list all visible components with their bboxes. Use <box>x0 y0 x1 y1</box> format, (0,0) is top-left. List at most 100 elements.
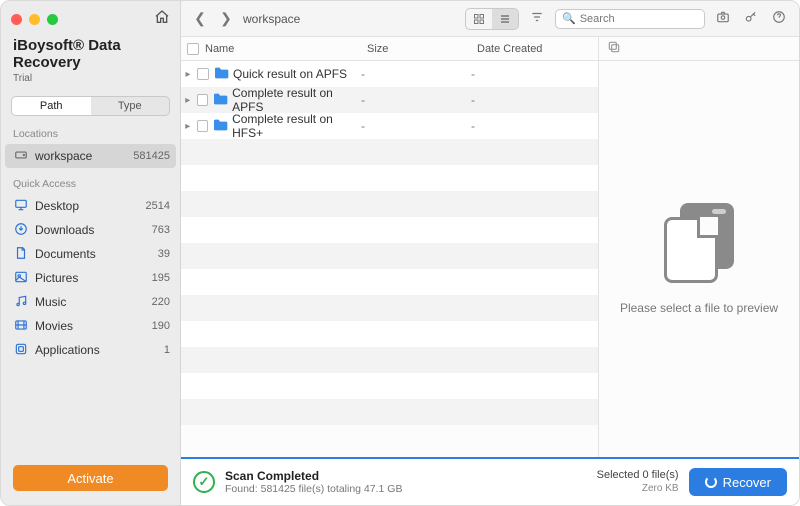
segmented-path[interactable]: Path <box>12 97 91 115</box>
document-icon <box>13 246 29 263</box>
row-name: Complete result on APFS <box>232 86 361 114</box>
row-checkbox[interactable] <box>197 120 209 132</box>
sidebar-item-documents[interactable]: Documents 39 <box>1 242 180 266</box>
folder-icon <box>213 66 229 82</box>
sidebar-item-label: Documents <box>35 247 158 261</box>
row-size: - <box>361 67 471 81</box>
status-text: Scan Completed Found: 581425 file(s) tot… <box>225 469 402 495</box>
row-name: Complete result on HFS+ <box>232 112 361 140</box>
table-row[interactable]: ▸ Quick result on APFS - - <box>181 61 598 87</box>
preview-header <box>599 37 799 61</box>
table-row <box>181 269 598 295</box>
sidebar: iBoysoft® Data Recovery Trial Path Type … <box>1 1 181 505</box>
row-checkbox[interactable] <box>197 68 209 80</box>
sidebar-item-applications[interactable]: Applications 1 <box>1 338 180 362</box>
content-area: Name Size Date Created ▸ Quick result <box>181 37 799 457</box>
row-checkbox[interactable] <box>197 94 209 106</box>
nav-forward-button[interactable]: ❯ <box>217 10 235 27</box>
file-rows: ▸ Quick result on APFS - - ▸ <box>181 61 598 457</box>
column-header-date[interactable]: Date Created <box>471 43 598 55</box>
sidebar-item-music[interactable]: Music 220 <box>1 290 180 314</box>
sidebar-item-count: 581425 <box>133 150 170 162</box>
selection-summary: Selected 0 file(s) Zero KB <box>597 469 679 494</box>
filter-icon[interactable] <box>527 10 547 27</box>
column-header-size[interactable]: Size <box>361 43 471 55</box>
select-all-checkbox[interactable] <box>187 43 199 55</box>
help-icon[interactable] <box>769 10 789 27</box>
sidebar-item-count: 190 <box>152 320 170 332</box>
recover-button[interactable]: Recover <box>689 468 787 496</box>
sidebar-item-label: Movies <box>35 319 152 333</box>
status-check-icon: ✓ <box>193 471 215 493</box>
sidebar-item-label: Desktop <box>35 199 146 213</box>
sidebar-item-count: 220 <box>152 296 170 308</box>
row-size: - <box>361 119 471 133</box>
close-window-button[interactable] <box>11 14 22 25</box>
status-title: Scan Completed <box>225 469 402 483</box>
chevron-right-icon[interactable]: ▸ <box>183 121 193 132</box>
nav-back-button[interactable]: ❮ <box>191 10 209 27</box>
table-row <box>181 373 598 399</box>
preview-placeholder-text: Please select a file to preview <box>620 301 778 315</box>
row-date: - <box>471 67 598 81</box>
copy-icon[interactable] <box>607 40 621 57</box>
chevron-right-icon[interactable]: ▸ <box>183 69 193 80</box>
segmented-type[interactable]: Type <box>91 97 170 115</box>
view-mode-grid[interactable] <box>466 9 492 29</box>
app-title: iBoysoft® Data Recovery <box>1 33 180 73</box>
sidebar-mode-segmented: Path Type <box>11 96 170 116</box>
sidebar-item-movies[interactable]: Movies 190 <box>1 314 180 338</box>
picture-icon <box>13 270 29 287</box>
sidebar-item-count: 195 <box>152 272 170 284</box>
table-row[interactable]: ▸ Complete result on APFS - - <box>181 87 598 113</box>
sidebar-item-count: 2514 <box>146 200 170 212</box>
column-header-row: Name Size Date Created <box>181 37 598 61</box>
activate-button[interactable]: Activate <box>13 465 168 491</box>
music-icon <box>13 294 29 311</box>
key-icon[interactable] <box>741 10 761 27</box>
home-icon[interactable] <box>154 9 170 29</box>
table-row <box>181 191 598 217</box>
window-controls <box>11 14 58 25</box>
sidebar-item-desktop[interactable]: Desktop 2514 <box>1 194 180 218</box>
sidebar-item-downloads[interactable]: Downloads 763 <box>1 218 180 242</box>
breadcrumb: workspace <box>243 12 300 26</box>
main-area: ❮ ❯ workspace 🔍 Name <box>181 1 799 505</box>
column-header-name[interactable]: Name <box>181 43 361 55</box>
chevron-right-icon[interactable]: ▸ <box>183 95 193 106</box>
preview-placeholder-icon <box>664 203 734 283</box>
sidebar-item-count: 39 <box>158 248 170 260</box>
sidebar-item-pictures[interactable]: Pictures 195 <box>1 266 180 290</box>
preview-column: Please select a file to preview <box>599 37 799 457</box>
preview-body: Please select a file to preview <box>620 61 778 457</box>
table-row[interactable]: ▸ Complete result on HFS+ - - <box>181 113 598 139</box>
view-mode-list[interactable] <box>492 9 518 29</box>
sidebar-item-count: 1 <box>164 344 170 356</box>
row-size: - <box>361 93 471 107</box>
selection-count: Selected 0 file(s) <box>597 469 679 482</box>
quick-access-heading: Quick Access <box>1 174 180 194</box>
sidebar-item-label: workspace <box>35 149 133 163</box>
status-subtitle: Found: 581425 file(s) totaling 47.1 GB <box>225 483 402 495</box>
sidebar-item-workspace[interactable]: workspace 581425 <box>5 144 176 168</box>
camera-icon[interactable] <box>713 10 733 27</box>
table-row <box>181 295 598 321</box>
sidebar-item-label: Downloads <box>35 223 152 237</box>
desktop-icon <box>13 198 29 215</box>
row-name: Quick result on APFS <box>233 67 347 81</box>
search-input[interactable] <box>580 13 722 25</box>
sidebar-item-count: 763 <box>152 224 170 236</box>
table-row <box>181 321 598 347</box>
search-field[interactable]: 🔍 <box>555 9 705 29</box>
view-mode-toggle <box>465 8 519 30</box>
window-titlebar <box>1 1 180 33</box>
toolbar: ❮ ❯ workspace 🔍 <box>181 1 799 37</box>
footer-bar: ✓ Scan Completed Found: 581425 file(s) t… <box>181 457 799 505</box>
app-window: iBoysoft® Data Recovery Trial Path Type … <box>0 0 800 506</box>
table-row <box>181 347 598 373</box>
app-icon <box>13 342 29 359</box>
minimize-window-button[interactable] <box>29 14 40 25</box>
movie-icon <box>13 318 29 335</box>
maximize-window-button[interactable] <box>47 14 58 25</box>
locations-heading: Locations <box>1 124 180 144</box>
